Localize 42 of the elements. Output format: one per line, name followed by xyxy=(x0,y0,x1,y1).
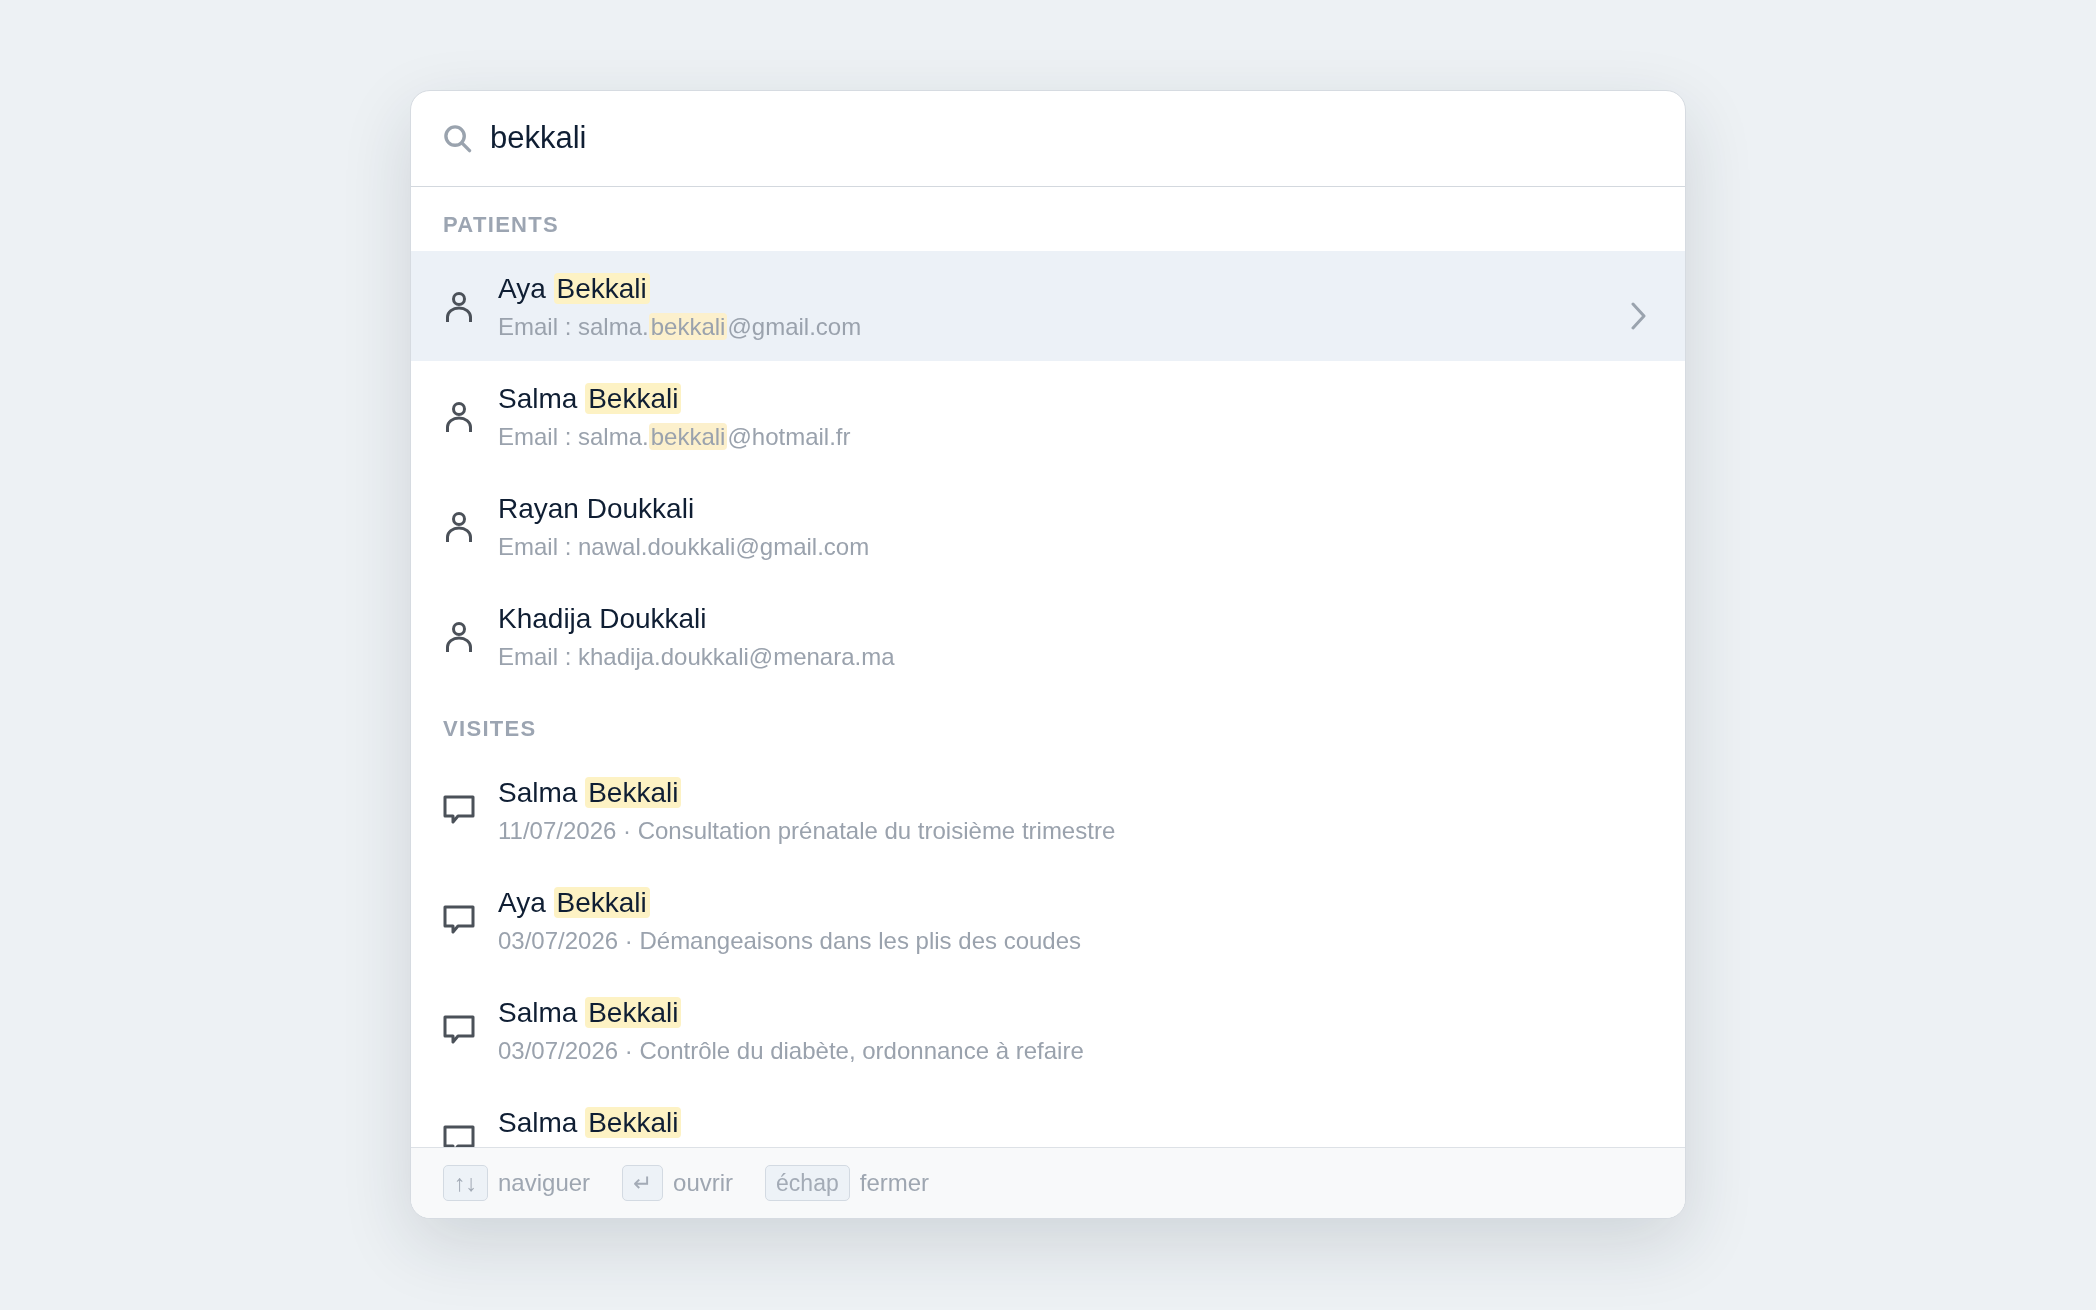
speech-bubble-icon xyxy=(443,1015,475,1045)
result-row[interactable]: Salma Bekkali 03/07/2026 · Contrôle du diabète, ordonnance à refaire xyxy=(411,975,1685,1085)
result-row[interactable]: Rayan Doukkali Email : nawal.doukkali@gmail.com xyxy=(411,471,1685,581)
speech-bubble-icon xyxy=(443,795,475,825)
patient-name: Salma Bekkali xyxy=(498,1105,682,1141)
person-icon xyxy=(445,401,473,433)
result-row[interactable]: Aya Bekkali 03/07/2026 · Démangeaisons dans les plis des coudes xyxy=(411,865,1685,975)
result-row[interactable]: Salma Bekkali 11/07/2026 · Consultation prénatale du troisième trimestre xyxy=(411,755,1685,865)
hint-label: naviguer xyxy=(498,1168,591,1198)
result-row[interactable]: Aya Bekkali Email : salma.bekkali@gmail.com xyxy=(411,251,1685,361)
patient-email: Email : khadija.doukkali@menara.ma xyxy=(498,642,895,672)
chevron-right-icon xyxy=(1631,302,1647,330)
person-icon xyxy=(445,621,473,653)
patient-name: Rayan Doukkali xyxy=(498,492,695,526)
speech-bubble-icon xyxy=(443,1125,475,1147)
search-field[interactable]: bekkali xyxy=(490,116,1653,161)
speech-bubble-icon xyxy=(443,905,475,935)
section-heading: VISITES xyxy=(443,715,537,743)
patient-name: Salma Bekkali xyxy=(498,775,682,811)
person-icon xyxy=(445,291,473,323)
result-row[interactable]: Khadija Doukkali Email : khadija.doukkali@menara.ma xyxy=(411,581,1685,691)
result-row[interactable]: Salma Bekkali xyxy=(411,1085,1685,1147)
keyboard-key: ↑↓ xyxy=(443,1165,488,1201)
hint-label: ouvrir xyxy=(673,1168,734,1198)
person-icon xyxy=(445,511,473,543)
patient-name: Aya Bekkali xyxy=(498,271,650,307)
hint-label: fermer xyxy=(859,1168,930,1198)
section-heading: PATIENTS xyxy=(443,211,560,239)
patient-email: Email : salma.bekkali@gmail.com xyxy=(498,312,862,342)
visit-summary: 03/07/2026 · Démangeaisons dans les plis des coudes xyxy=(498,926,1082,956)
patient-name: Salma Bekkali xyxy=(498,995,682,1031)
keyboard-key: ↵ xyxy=(622,1165,664,1201)
patient-name: Khadija Doukkali xyxy=(498,602,707,636)
patient-name: Salma Bekkali xyxy=(498,381,682,417)
patient-email: Email : salma.bekkali@hotmail.fr xyxy=(498,422,851,452)
visit-summary: 03/07/2026 · Contrôle du diabète, ordonnance à refaire xyxy=(498,1036,1084,1066)
patient-name: Aya Bekkali xyxy=(498,885,650,921)
patient-email: Email : nawal.doukkali@gmail.com xyxy=(498,532,870,562)
result-row[interactable]: Salma Bekkali Email : salma.bekkali@hotmail.fr xyxy=(411,361,1685,471)
search-icon xyxy=(443,124,472,153)
keyboard-key: échap xyxy=(765,1165,850,1201)
visit-summary: 11/07/2026 · Consultation prénatale du troisième trimestre xyxy=(498,816,1116,846)
